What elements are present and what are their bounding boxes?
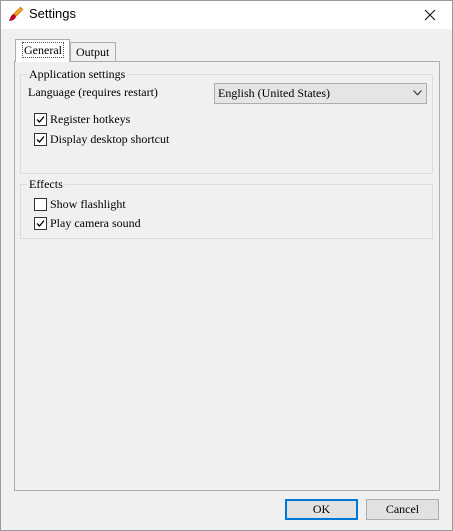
window-title: Settings xyxy=(29,6,76,21)
register-hotkeys-label[interactable]: Register hotkeys xyxy=(50,112,130,127)
close-icon xyxy=(424,9,436,21)
title-bar: Settings xyxy=(1,1,452,29)
effects-group: Effects Show flashlight Play camera soun… xyxy=(20,177,433,239)
tab-general-label: General xyxy=(22,42,64,58)
language-dropdown[interactable]: English (United States) xyxy=(214,83,427,104)
tab-output-label: Output xyxy=(76,45,110,59)
cancel-button[interactable]: Cancel xyxy=(366,499,439,520)
tab-general[interactable]: General xyxy=(15,39,70,62)
close-button[interactable] xyxy=(408,1,452,29)
checkmark-icon xyxy=(36,220,45,227)
ok-button[interactable]: OK xyxy=(285,499,358,520)
effects-caption: Effects xyxy=(27,177,65,191)
register-hotkeys-checkbox[interactable] xyxy=(34,113,47,126)
settings-window: Settings General Output Application sett… xyxy=(0,0,453,531)
display-desktop-shortcut-label[interactable]: Display desktop shortcut xyxy=(50,132,169,147)
application-settings-group: Application settings Language (requires … xyxy=(20,67,433,174)
application-settings-caption: Application settings xyxy=(27,67,128,81)
checkmark-icon xyxy=(36,136,45,143)
tab-output[interactable]: Output xyxy=(70,42,116,61)
display-desktop-shortcut-checkbox[interactable] xyxy=(34,133,47,146)
show-flashlight-checkbox[interactable] xyxy=(34,198,47,211)
language-label: Language (requires restart) xyxy=(28,85,158,99)
show-flashlight-label[interactable]: Show flashlight xyxy=(50,197,126,212)
checkmark-icon xyxy=(36,116,45,123)
general-tab-panel: Application settings Language (requires … xyxy=(14,61,440,491)
paintbrush-icon xyxy=(9,6,24,21)
language-dropdown-value: English (United States) xyxy=(218,86,330,100)
play-camera-sound-checkbox[interactable] xyxy=(34,217,47,230)
chevron-down-icon xyxy=(413,90,422,96)
play-camera-sound-label[interactable]: Play camera sound xyxy=(50,216,141,231)
